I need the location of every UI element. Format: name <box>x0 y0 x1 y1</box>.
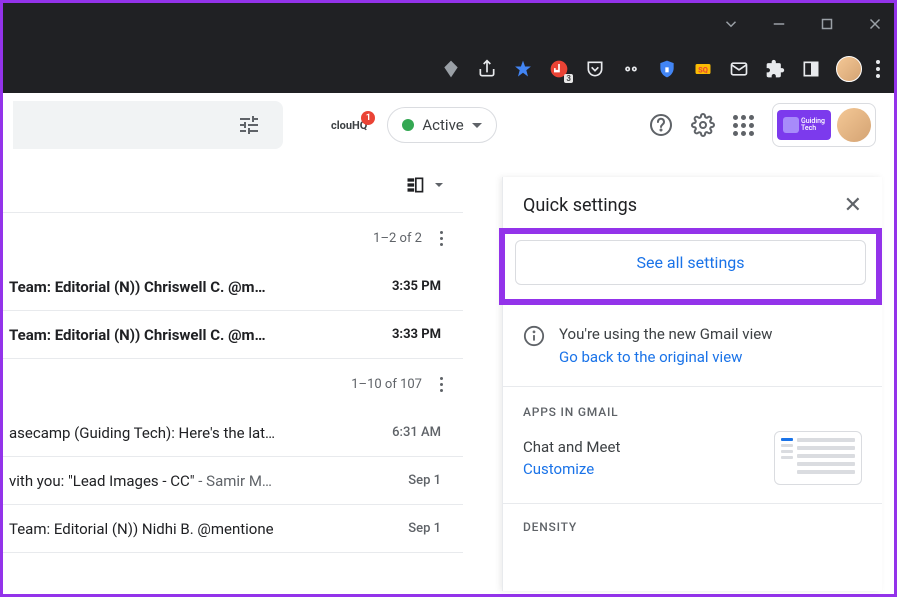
shield-icon[interactable] <box>656 58 678 80</box>
search-bar-end[interactable] <box>13 101 283 149</box>
email-row[interactable]: Team: Editorial (N)) Chriswell C. @m… 3:3… <box>3 263 463 311</box>
apps-section-label: APPS IN GMAIL <box>523 405 862 419</box>
layout-preview[interactable] <box>774 431 862 485</box>
email-time: 6:31 AM <box>392 425 441 440</box>
chat-meet-label: Chat and Meet <box>523 438 620 456</box>
go-back-link[interactable]: Go back to the original view <box>559 346 772 369</box>
see-all-settings-button[interactable]: See all settings <box>515 240 866 285</box>
close-icon[interactable]: ✕ <box>844 193 862 218</box>
count-text: 1–2 of 2 <box>373 231 422 246</box>
email-row[interactable]: asecamp (Guiding Tech): Here's the lat… 6… <box>3 409 463 457</box>
density-section-label: DENSITY <box>523 520 862 534</box>
email-subject: Team: Editorial (N)) Chriswell C. @m… <box>9 326 266 344</box>
apps-icon[interactable] <box>733 115 754 136</box>
email-subject: Team: Editorial (N)) Chriswell C. @m… <box>9 278 266 296</box>
quick-settings-title: Quick settings <box>523 195 637 216</box>
mail-icon[interactable] <box>728 58 750 80</box>
more-icon[interactable] <box>440 377 443 392</box>
svg-text:SQ: SQ <box>698 65 708 74</box>
sq-icon[interactable]: SQ <box>692 58 714 80</box>
new-view-text: You're using the new Gmail view <box>559 323 772 346</box>
status-text: Active <box>422 116 463 134</box>
browser-menu-icon[interactable] <box>876 60 880 78</box>
share-icon[interactable] <box>476 58 498 80</box>
minimize-icon[interactable] <box>770 15 788 33</box>
window-titlebar <box>3 3 894 45</box>
email-subject: Team: Editorial (N)) Nidhi B. @mentione <box>9 520 274 538</box>
email-time: Sep 1 <box>408 521 441 536</box>
email-time: Sep 1 <box>408 473 441 488</box>
email-row[interactable]: Team: Editorial (N)) Chriswell C. @m… 3:3… <box>3 311 463 359</box>
cloudhq-logo[interactable]: clouHQ 1 <box>331 119 367 132</box>
close-icon[interactable] <box>866 15 884 33</box>
info-icon <box>523 325 545 347</box>
more-icon[interactable] <box>440 231 443 246</box>
email-sender: - Samir M… <box>198 472 272 490</box>
adblock-icon[interactable]: 3 <box>548 58 570 80</box>
chevron-down-icon[interactable] <box>722 15 740 33</box>
cloudhq-badge: 1 <box>361 111 375 125</box>
email-subject: vith you: "Lead Images - CC" <box>9 472 198 490</box>
email-time: 3:33 PM <box>392 327 441 342</box>
email-time: 3:35 PM <box>392 279 441 294</box>
email-subject: asecamp (Guiding Tech): Here's the lat… <box>9 424 275 442</box>
status-pill[interactable]: Active <box>387 107 496 143</box>
quick-settings-panel: Quick settings ✕ See all settings You're… <box>502 177 882 591</box>
adblock-badge: 3 <box>564 74 573 83</box>
tune-icon[interactable] <box>237 113 261 137</box>
account-avatar[interactable] <box>837 108 871 142</box>
gmail-header: clouHQ 1 Active GuidingTech <box>3 93 894 157</box>
email-row[interactable]: vith you: "Lead Images - CC" - Samir M… S… <box>3 457 463 505</box>
customize-link[interactable]: Customize <box>523 460 620 478</box>
star-icon[interactable] <box>512 58 534 80</box>
count-row-2: 1–10 of 107 <box>3 359 463 409</box>
status-dot <box>402 119 414 131</box>
guiding-tech-logo: GuidingTech <box>777 110 831 140</box>
pocket-icon[interactable] <box>584 58 606 80</box>
split-pane-icon[interactable] <box>405 175 425 195</box>
list-toolbar <box>3 157 463 213</box>
count-row-1: 1–2 of 2 <box>3 213 463 263</box>
help-icon[interactable] <box>649 113 673 137</box>
extensions-icon[interactable] <box>764 58 786 80</box>
see-all-highlight: See all settings <box>499 228 882 305</box>
gear-icon[interactable] <box>691 113 715 137</box>
count-text: 1–10 of 107 <box>351 377 422 392</box>
diamond-icon[interactable] <box>440 58 462 80</box>
chevron-down-icon[interactable] <box>435 183 443 187</box>
browser-profile-avatar[interactable] <box>836 56 862 82</box>
account-box[interactable]: GuidingTech <box>772 103 876 147</box>
eyes-icon[interactable] <box>620 58 642 80</box>
email-row[interactable]: Team: Editorial (N)) Nidhi B. @mentione S… <box>3 505 463 553</box>
chevron-down-icon <box>472 123 482 128</box>
maximize-icon[interactable] <box>818 15 836 33</box>
browser-toolbar: 3 SQ <box>3 45 894 93</box>
panel-icon[interactable] <box>800 58 822 80</box>
email-list-area: 1–2 of 2 Team: Editorial (N)) Chriswell … <box>3 157 463 594</box>
